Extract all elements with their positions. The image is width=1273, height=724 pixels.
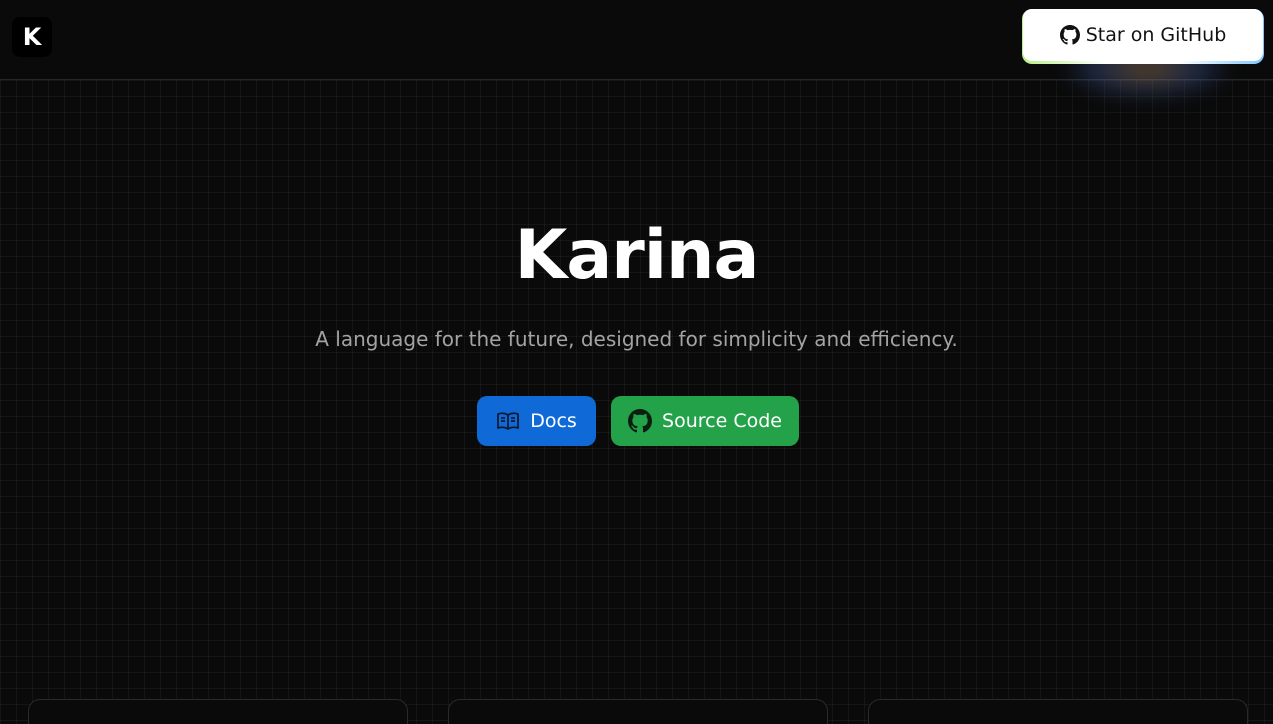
feature-card — [448, 699, 828, 724]
feature-card — [868, 699, 1248, 724]
book-open-icon — [496, 410, 520, 432]
docs-label: Docs — [530, 410, 577, 432]
star-on-github-wrapper: Star on GitHub — [1022, 9, 1264, 99]
github-icon — [1059, 25, 1080, 45]
logo[interactable]: K — [12, 17, 52, 57]
github-icon — [628, 409, 653, 433]
source-code-label: Source Code — [662, 410, 782, 432]
star-on-github-label: Star on GitHub — [1085, 24, 1227, 46]
page: K Star on GitHub Karina A language for t… — [0, 0, 1273, 724]
star-on-github-button-inner: Star on GitHub — [1023, 9, 1263, 61]
logo-letter: K — [22, 23, 42, 51]
star-on-github-button[interactable]: Star on GitHub — [1022, 9, 1264, 64]
docs-button[interactable]: Docs — [477, 396, 596, 446]
hero-title: Karina — [514, 216, 760, 295]
feature-card — [28, 699, 408, 724]
hero-subtitle: A language for the future, designed for … — [315, 327, 958, 351]
source-code-button[interactable]: Source Code — [611, 396, 799, 446]
top-header: K Star on GitHub — [0, 0, 1273, 99]
